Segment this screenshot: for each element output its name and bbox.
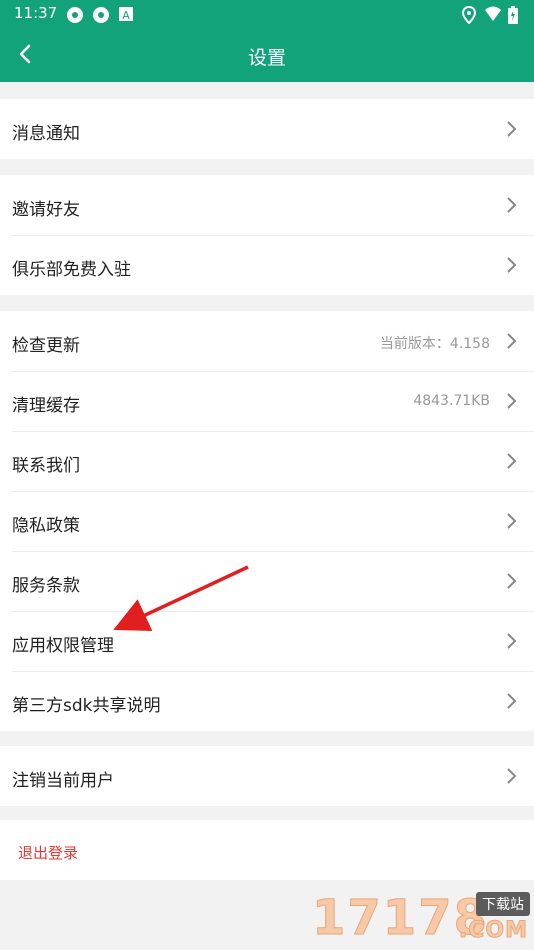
settings-group-notifications: 消息通知 xyxy=(0,99,534,159)
settings-item-privacy-policy[interactable]: 隐私政策 xyxy=(0,491,534,551)
watermark-logo: 17178 下载站 .COM xyxy=(308,888,534,950)
settings-group-general: 检查更新 当前版本：4.158 清理缓存 4843.71KB 联系我们 隐私政策… xyxy=(0,311,534,731)
chevron-right-icon xyxy=(507,573,517,589)
settings-item-club-join[interactable]: 俱乐部免费入驻 xyxy=(0,235,534,295)
app-bar: 设置 xyxy=(0,28,534,82)
logout-button[interactable]: 退出登录 xyxy=(0,820,534,880)
settings-item-label: 应用权限管理 xyxy=(12,636,114,656)
settings-item-label: 检查更新 xyxy=(12,336,80,356)
settings-item-third-party-sdk[interactable]: 第三方sdk共享说明 xyxy=(0,671,534,731)
settings-item-contact-us[interactable]: 联系我们 xyxy=(0,431,534,491)
chevron-right-icon xyxy=(507,513,517,529)
location-icon xyxy=(462,6,476,24)
app-icon xyxy=(67,7,83,23)
settings-item-label: 服务条款 xyxy=(12,576,80,596)
app-icon xyxy=(93,7,109,23)
divider xyxy=(12,235,534,236)
settings-item-terms-of-service[interactable]: 服务条款 xyxy=(0,551,534,611)
settings-item-clear-cache[interactable]: 清理缓存 4843.71KB xyxy=(0,371,534,431)
watermark-tag: 下载站 xyxy=(476,892,530,916)
settings-item-label: 清理缓存 xyxy=(12,396,80,416)
notification-a-icon: A xyxy=(119,7,133,22)
status-time: 11:37 xyxy=(14,4,58,22)
chevron-right-icon xyxy=(507,453,517,469)
svg-text:A: A xyxy=(122,9,130,22)
watermark-domain: .COM xyxy=(458,918,528,944)
settings-item-label: 邀请好友 xyxy=(12,200,80,220)
settings-item-message-notification[interactable]: 消息通知 xyxy=(0,99,534,159)
divider xyxy=(12,671,534,672)
chevron-right-icon xyxy=(507,257,517,273)
page-title: 设置 xyxy=(247,47,286,69)
settings-item-label: 第三方sdk共享说明 xyxy=(12,696,161,716)
settings-item-label: 消息通知 xyxy=(12,124,80,144)
chevron-right-icon xyxy=(507,333,517,349)
divider xyxy=(12,431,534,432)
chevron-right-icon xyxy=(507,197,517,213)
settings-item-label: 联系我们 xyxy=(12,456,80,476)
settings-item-label: 隐私政策 xyxy=(12,516,80,536)
settings-group-social: 邀请好友 俱乐部免费入驻 xyxy=(0,175,534,295)
chevron-right-icon xyxy=(507,693,517,709)
wifi-icon xyxy=(485,6,501,21)
chevron-right-icon xyxy=(507,393,517,409)
battery-icon xyxy=(508,6,518,24)
divider xyxy=(12,551,534,552)
divider xyxy=(12,491,534,492)
status-bar: 11:37 A xyxy=(0,0,534,28)
divider xyxy=(12,611,534,612)
cache-size-value: 4843.71KB xyxy=(413,393,490,409)
chevron-right-icon xyxy=(507,768,517,784)
current-version-value: 当前版本：4.158 xyxy=(379,336,490,352)
settings-group-account: 注销当前用户 xyxy=(0,746,534,806)
settings-item-app-permissions[interactable]: 应用权限管理 xyxy=(0,611,534,671)
chevron-right-icon xyxy=(507,121,517,137)
settings-item-label: 注销当前用户 xyxy=(12,771,114,791)
divider xyxy=(12,371,534,372)
settings-item-deactivate-user[interactable]: 注销当前用户 xyxy=(0,746,534,806)
settings-item-label: 俱乐部免费入驻 xyxy=(12,260,131,280)
settings-item-check-update[interactable]: 检查更新 当前版本：4.158 xyxy=(0,311,534,371)
settings-item-invite-friends[interactable]: 邀请好友 xyxy=(0,175,534,235)
chevron-right-icon xyxy=(507,633,517,649)
logout-label: 退出登录 xyxy=(18,844,79,862)
